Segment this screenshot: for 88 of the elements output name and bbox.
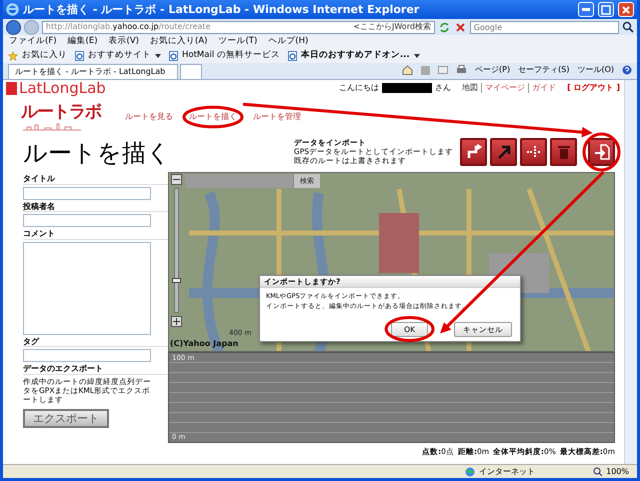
comment-field[interactable] <box>23 242 151 335</box>
favorites-link[interactable]: 本日のおすすめアドオン... <box>288 50 420 61</box>
field-label: タイトル <box>23 174 168 185</box>
text-field[interactable] <box>23 349 151 362</box>
route-arrow-icon <box>466 144 482 160</box>
import-icon <box>594 144 610 160</box>
logo-text: LatLongLab <box>19 79 106 97</box>
skyline-drawing <box>21 122 83 132</box>
page-heading: ルートを描く <box>23 138 171 169</box>
zoom-in-button[interactable] <box>171 316 182 327</box>
window-title: ルートを描く - ルートラボ - LatLongLab - Windows Internet Explorer <box>23 2 420 16</box>
field-label: コメント <box>23 229 168 240</box>
nav-link[interactable]: ルートを見る <box>125 112 173 122</box>
zoom-out-button[interactable] <box>171 174 182 185</box>
highlight-circle <box>384 316 434 342</box>
close-button[interactable] <box>618 2 634 17</box>
greeting-text: こんにちは <box>339 83 380 93</box>
trash-icon <box>556 144 572 160</box>
stop-icon[interactable] <box>454 20 467 34</box>
address-field[interactable]: http://latlonglab.yahoo.co.jp/route/create <ここからJWord検索 <box>42 20 435 34</box>
logo-mark <box>6 82 17 94</box>
header-link[interactable]: マイページ <box>481 83 526 93</box>
favorites-link[interactable]: おすすめサイト <box>75 50 161 61</box>
back-button[interactable] <box>6 20 21 34</box>
zoom-slider[interactable] <box>174 188 179 313</box>
menu-item[interactable]: ツール(T) <box>218 36 258 47</box>
section-title: データのエクスポート <box>23 364 168 375</box>
new-tab-button[interactable] <box>180 64 202 79</box>
refresh-icon[interactable] <box>438 20 451 34</box>
minus-icon <box>173 179 180 180</box>
close-icon <box>621 4 631 14</box>
search-icon[interactable] <box>622 21 634 33</box>
browser-tab[interactable]: ルートを描く - ルートラボ - LatLongLab <box>8 64 178 79</box>
scrollbar[interactable] <box>624 80 637 464</box>
field-label: 投稿者名 <box>23 202 168 212</box>
header-link[interactable]: 地図 <box>462 83 478 93</box>
tool-button[interactable] <box>490 138 517 166</box>
site-logo[interactable]: ルートラボ <box>21 102 101 122</box>
split-icon <box>526 144 542 160</box>
zoom-icon <box>593 467 602 476</box>
minimize-icon <box>582 8 590 11</box>
minimize-button[interactable] <box>578 2 594 17</box>
printer-icon[interactable] <box>456 65 468 75</box>
menu-item[interactable]: 表示(V) <box>108 36 139 47</box>
menu-item[interactable]: ヘルプ(H) <box>268 36 308 47</box>
greeting-suffix: さん <box>435 83 452 93</box>
nav-link[interactable]: ルートを描く <box>189 112 237 122</box>
tool-button[interactable] <box>588 138 615 166</box>
star-icon <box>8 50 18 60</box>
zoom-level[interactable]: 100% <box>606 466 629 476</box>
redaction-bar <box>382 83 432 93</box>
home-icon[interactable] <box>402 65 414 75</box>
menu-item[interactable]: お気に入り(A) <box>150 36 208 47</box>
maximize-icon <box>601 4 611 14</box>
highlight-circle <box>582 132 620 172</box>
menu-item[interactable]: ファイル(F) <box>9 36 57 47</box>
command-button[interactable]: ツール(O) <box>577 65 614 75</box>
menu-item[interactable]: 編集(E) <box>68 36 98 47</box>
slider-thumb[interactable] <box>172 278 181 282</box>
text-field[interactable] <box>23 214 151 228</box>
search-field[interactable]: Google <box>470 20 620 34</box>
maximize-button[interactable] <box>598 2 614 17</box>
zone-text: インターネット <box>479 466 536 476</box>
favorites-button[interactable]: お気に入り <box>8 50 67 61</box>
command-button[interactable]: セーフティ(S) <box>518 65 570 75</box>
tool-button[interactable] <box>460 138 487 166</box>
page-icon <box>169 50 178 60</box>
page-icon <box>75 50 84 60</box>
plus-icon <box>173 318 180 325</box>
mail-icon[interactable] <box>438 66 448 74</box>
browser-logo-icon <box>6 3 19 16</box>
caret-icon <box>414 54 420 58</box>
export-button[interactable]: エクスポート <box>23 408 109 428</box>
help-icon[interactable] <box>622 65 632 75</box>
header-link[interactable]: ガイド <box>528 83 556 93</box>
page-icon <box>288 50 297 60</box>
field-label: タグ <box>23 336 168 348</box>
copyright-text: (C)Yahoo Japan <box>170 339 238 349</box>
globe-icon <box>465 466 476 476</box>
text-field[interactable] <box>23 186 151 200</box>
tool-button[interactable] <box>520 138 547 166</box>
favorites-link[interactable]: HotMail の無料サービス <box>169 50 280 61</box>
diagonal-arrow-icon <box>496 144 512 160</box>
command-button[interactable]: ページ(P) <box>475 65 510 75</box>
caret-icon <box>155 54 161 58</box>
nav-link[interactable]: ルートを管理 <box>253 112 301 122</box>
highlight-circle <box>182 106 244 128</box>
logout-link[interactable]: [ ログアウト ] <box>567 83 620 93</box>
